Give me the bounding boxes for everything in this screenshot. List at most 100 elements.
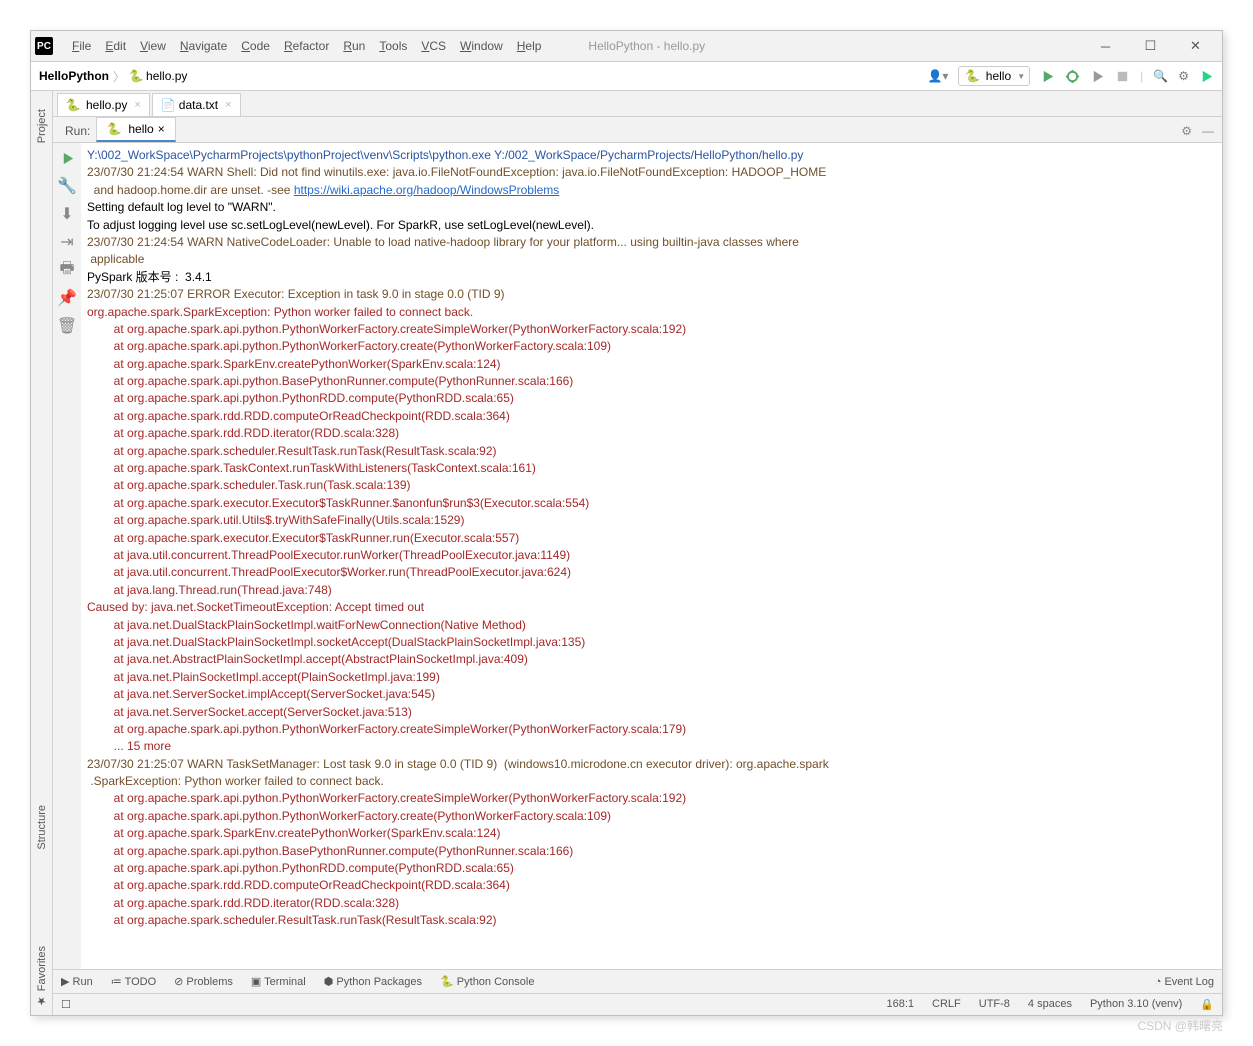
pin-icon[interactable]: 📌	[58, 289, 76, 307]
console-line: at org.apache.spark.api.python.PythonWor…	[87, 338, 1216, 355]
navigation-bar: HelloPython 〉 🐍 hello.py 👤▾ 🐍 hello | 🔍 …	[31, 61, 1222, 91]
console-line: at org.apache.spark.rdd.RDD.iterator(RDD…	[87, 895, 1216, 912]
console-line: at org.apache.spark.api.python.BasePytho…	[87, 843, 1216, 860]
problems-tool-button[interactable]: ⊘ Problems	[174, 975, 233, 988]
console-line: Setting default log level to "WARN".	[87, 199, 1216, 216]
python-packages-tool-button[interactable]: ⬢ Python Packages	[324, 975, 422, 988]
settings-icon[interactable]: ⚙	[1181, 124, 1192, 138]
menu-run[interactable]: Run	[336, 35, 372, 57]
breadcrumb-file[interactable]: hello.py	[146, 69, 187, 83]
status-icon[interactable]: ☐	[61, 998, 71, 1011]
console-line: PySpark 版本号 : 3.4.1	[87, 269, 1216, 286]
close-button[interactable]: ✕	[1173, 31, 1218, 61]
console-line: at org.apache.spark.api.python.PythonWor…	[87, 321, 1216, 338]
console-line: at org.apache.spark.util.Utils$.tryWithS…	[87, 512, 1216, 529]
print-icon[interactable]: 🖶	[58, 261, 76, 279]
play-icon[interactable]	[1040, 69, 1055, 84]
run-coverage-icon[interactable]	[1090, 69, 1105, 84]
line-separator[interactable]: CRLF	[932, 998, 961, 1011]
stop-icon[interactable]	[1115, 69, 1130, 84]
console-line: at org.apache.spark.rdd.RDD.iterator(RDD…	[87, 425, 1216, 442]
settings-icon[interactable]: ⚙	[1178, 69, 1189, 83]
file-encoding[interactable]: UTF-8	[979, 998, 1010, 1011]
pycharm-ai-icon[interactable]	[1199, 69, 1214, 84]
console-line: 23/07/30 21:24:54 WARN NativeCodeLoader:…	[87, 234, 1216, 251]
project-tool-tab[interactable]: Project	[36, 101, 48, 151]
menu-navigate[interactable]: Navigate	[173, 35, 234, 57]
run-session-label: hello	[128, 122, 153, 136]
terminal-tool-button[interactable]: ▣ Terminal	[251, 975, 306, 988]
menu-help[interactable]: Help	[510, 35, 549, 57]
console-line: at org.apache.spark.TaskContext.runTaskW…	[87, 460, 1216, 477]
ide-window: PC FileEditViewNavigateCodeRefactorRunTo…	[30, 30, 1223, 1016]
editor-tab-hello[interactable]: 🐍 hello.py ×	[57, 93, 150, 116]
console-line: at java.net.DualStackPlainSocketImpl.wai…	[87, 617, 1216, 634]
maximize-button[interactable]: ☐	[1128, 31, 1173, 61]
menu-window[interactable]: Window	[453, 35, 510, 57]
structure-tool-tab[interactable]: Structure	[36, 797, 48, 858]
console-line: Caused by: java.net.SocketTimeoutExcepti…	[87, 599, 1216, 616]
hide-tool-icon[interactable]: —	[1202, 124, 1214, 138]
user-icon[interactable]: 👤▾	[927, 69, 948, 83]
minimize-button[interactable]: ─	[1083, 31, 1128, 61]
window-title: HelloPython - hello.py	[588, 39, 705, 53]
menu-code[interactable]: Code	[234, 35, 277, 57]
menu-edit[interactable]: Edit	[98, 35, 133, 57]
console-line: at java.net.AbstractPlainSocketImpl.acce…	[87, 651, 1216, 668]
menu-refactor[interactable]: Refactor	[277, 35, 336, 57]
console-line: at org.apache.spark.api.python.PythonRDD…	[87, 860, 1216, 877]
console-line: 23/07/30 21:25:07 WARN TaskSetManager: L…	[87, 756, 1216, 773]
console-line: at org.apache.spark.executor.Executor$Ta…	[87, 530, 1216, 547]
console-line: at java.util.concurrent.ThreadPoolExecut…	[87, 564, 1216, 581]
run-session-tab[interactable]: 🐍 hello ×	[96, 117, 175, 142]
event-log-button[interactable]: ◔ Event Log	[1155, 976, 1214, 988]
toggle-soft-wrap-icon[interactable]: ⇥	[58, 233, 76, 251]
favorites-tool-tab[interactable]: ★ Favorites	[35, 938, 48, 1015]
console-link[interactable]: https://wiki.apache.org/hadoop/WindowsPr…	[294, 183, 559, 197]
scroll-down-icon[interactable]: ⬇	[58, 205, 76, 223]
console-line: at java.net.PlainSocketImpl.accept(Plain…	[87, 669, 1216, 686]
caret-position[interactable]: 168:1	[886, 998, 914, 1011]
trash-icon[interactable]: 🗑	[58, 317, 76, 335]
console-output[interactable]: Y:\002_WorkSpace\PycharmProjects\pythonP…	[81, 143, 1222, 969]
python-file-icon: 🐍	[129, 69, 143, 83]
console-line: at org.apache.spark.rdd.RDD.computeOrRea…	[87, 877, 1216, 894]
editor-tab-data[interactable]: 📄 data.txt ×	[152, 93, 241, 116]
indent-info[interactable]: 4 spaces	[1028, 998, 1072, 1011]
editor-tabs: 🐍 hello.py × 📄 data.txt ×	[53, 91, 1222, 117]
console-line: at org.apache.spark.api.python.PythonWor…	[87, 790, 1216, 807]
run-config-selector[interactable]: 🐍 hello	[958, 66, 1030, 86]
editor-tab-label: data.txt	[179, 98, 218, 112]
console-line: at org.apache.spark.api.python.PythonRDD…	[87, 390, 1216, 407]
close-tab-icon[interactable]: ×	[158, 122, 165, 136]
breadcrumb-project[interactable]: HelloPython	[39, 69, 109, 83]
console-line: and hadoop.home.dir are unset. -see http…	[87, 182, 1216, 199]
console-line: at org.apache.spark.SparkEnv.createPytho…	[87, 356, 1216, 373]
python-file-icon: 🐍	[965, 69, 979, 83]
console-line: at org.apache.spark.api.python.BasePytho…	[87, 373, 1216, 390]
run-config-name: hello	[986, 69, 1011, 83]
titlebar: PC FileEditViewNavigateCodeRefactorRunTo…	[31, 31, 1222, 61]
search-icon[interactable]: 🔍	[1153, 69, 1168, 83]
menu-tools[interactable]: Tools	[372, 35, 414, 57]
python-console-tool-button[interactable]: 🐍 Python Console	[440, 975, 534, 988]
run-tool-button[interactable]: ▶ Run	[61, 975, 93, 988]
wrench-icon[interactable]: 🔧	[58, 177, 76, 195]
todo-tool-button[interactable]: ≔ TODO	[111, 975, 156, 988]
close-tab-icon[interactable]: ×	[134, 99, 140, 111]
menu-file[interactable]: File	[65, 35, 98, 57]
lock-icon[interactable]: 🔒	[1200, 998, 1214, 1011]
console-line: org.apache.spark.SparkException: Python …	[87, 304, 1216, 321]
interpreter-info[interactable]: Python 3.10 (venv)	[1090, 998, 1182, 1011]
console-line: applicable	[87, 251, 1216, 268]
console-line: 23/07/30 21:24:54 WARN Shell: Did not fi…	[87, 164, 1216, 181]
close-tab-icon[interactable]: ×	[225, 99, 231, 111]
menu-vcs[interactable]: VCS	[414, 35, 453, 57]
rerun-icon[interactable]	[58, 149, 76, 167]
status-bar: ☐ 168:1 CRLF UTF-8 4 spaces Python 3.10 …	[53, 993, 1222, 1015]
run-tool-sidebar: 🔧 ⬇ ⇥ 🖶 📌 🗑	[53, 143, 81, 969]
menu-view[interactable]: View	[133, 35, 173, 57]
console-line: Y:\002_WorkSpace\PycharmProjects\pythonP…	[87, 147, 1216, 164]
watermark: CSDN @韩曙亮	[1137, 1017, 1223, 1034]
debug-icon[interactable]	[1065, 69, 1080, 84]
